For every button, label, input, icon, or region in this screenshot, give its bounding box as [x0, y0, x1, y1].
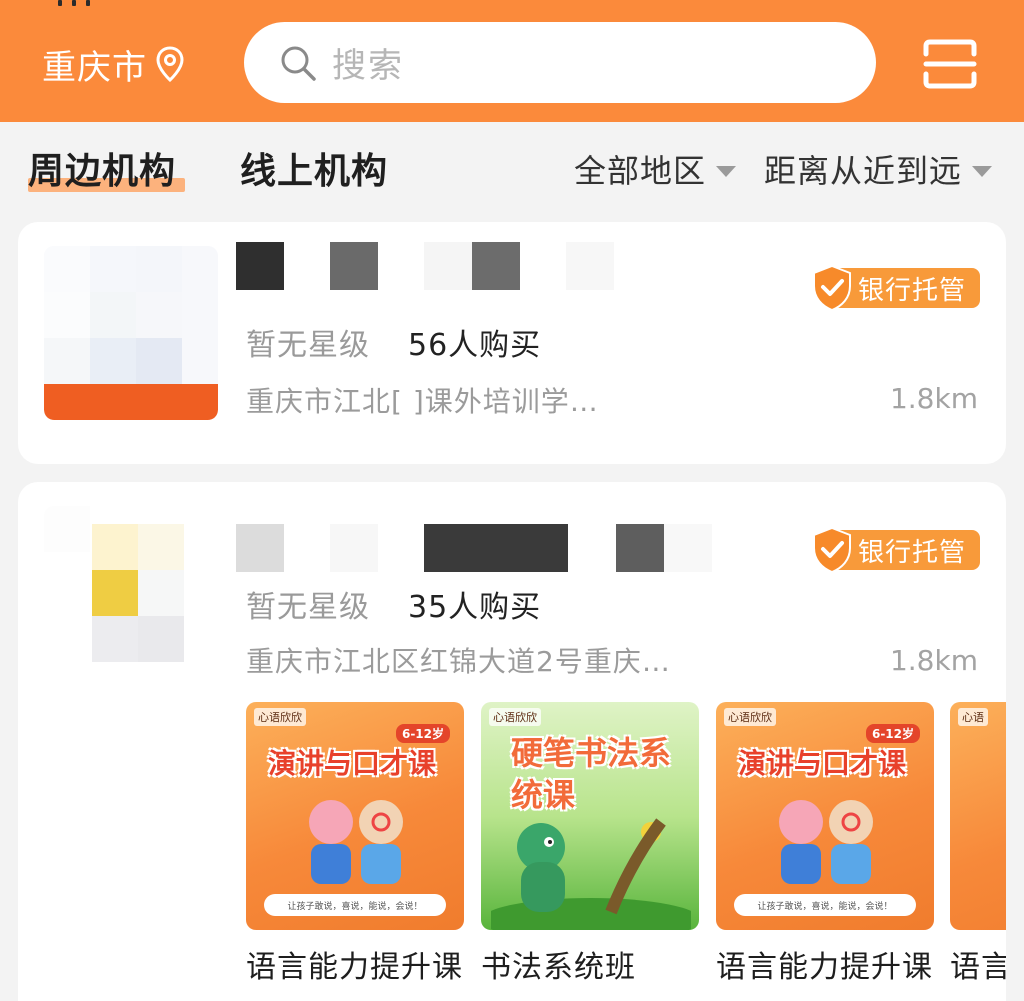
caret-down-icon [716, 165, 737, 177]
institution-thumbnail [44, 246, 218, 420]
course-poster: 心语欣欣 硬笔书法系统课 [481, 702, 699, 930]
course-title: 语言能力提升课 [950, 950, 1006, 985]
course-poster: 心语欣欣 6-12岁 演讲与口才课 让孩子敢说，喜说，能说，会说！ [246, 702, 464, 930]
institution-thumbnail [44, 506, 218, 680]
cartoon-kids-illustration [779, 800, 873, 884]
course-card[interactable]: 心语欣欣 硬笔书法系统课 书法系统班 [481, 702, 699, 988]
buyers-count: 35人购买 [408, 590, 542, 625]
rating-text: 暂无星级 [246, 590, 370, 625]
badge-label: 银行托管 [832, 268, 980, 308]
rating-text: 暂无星级 [246, 328, 370, 363]
institution-distance: 1.8km [889, 644, 978, 677]
sort-filter[interactable]: 距离从近到远 [764, 146, 993, 192]
institution-address: 重庆市江北区红锦大道2号重庆… [246, 645, 671, 678]
shield-check-icon [813, 526, 851, 574]
search-placeholder: 搜索 [332, 46, 404, 86]
scan-icon[interactable] [922, 38, 978, 90]
region-filter[interactable]: 全部地区 [574, 146, 737, 192]
tab-online[interactable]: 线上机构 [240, 142, 388, 194]
institution-address: 重庆市江北[ ]课外培训学… [246, 385, 599, 418]
poster-brand: 心语欣欣 [254, 708, 306, 726]
status-bar-fragment [58, 0, 104, 6]
course-title: 语言能力提升课 [716, 950, 933, 985]
course-card[interactable]: 心语欣欣 6-12岁 演讲与口才课 让孩子敢说，喜说，能说，会说！ 语言能力提升… [246, 702, 464, 988]
course-card[interactable]: 心语 语言能力提升课 [950, 702, 1006, 988]
cartoon-kids-illustration [309, 800, 403, 884]
institution-distance: 1.8km [889, 382, 978, 415]
poster-age-tag: 6-12岁 [865, 724, 920, 743]
poster-footer: 让孩子敢说，喜说，能说，会说！ [734, 894, 916, 916]
top-header: 重庆市 搜索 [0, 0, 1024, 122]
search-icon [281, 46, 316, 81]
poster-brand: 心语 [958, 708, 988, 726]
buyers-count: 56人购买 [408, 328, 542, 363]
search-input[interactable]: 搜索 [244, 22, 876, 103]
bank-custody-badge: 银行托管 [810, 264, 980, 312]
sort-filter-label: 距离从近到远 [764, 152, 963, 190]
course-poster: 心语 [950, 702, 1006, 930]
region-filter-label: 全部地区 [574, 152, 707, 190]
institution-card[interactable]: 银行托管 暂无星级 56人购买 重庆市江北[ ]课外培训学… 1.8km [18, 222, 1006, 464]
tab-nearby[interactable]: 周边机构 [28, 142, 176, 194]
city-selector[interactable]: 重庆市 [42, 40, 185, 88]
poster-brand: 心语欣欣 [724, 708, 776, 726]
course-poster: 心语欣欣 6-12岁 演讲与口才课 让孩子敢说，喜说，能说，会说！ [716, 702, 934, 930]
caret-down-icon [972, 165, 993, 177]
shield-check-icon [813, 264, 851, 312]
badge-label: 银行托管 [832, 530, 980, 570]
institution-card[interactable]: 银行托管 暂无星级 35人购买 重庆市江北区红锦大道2号重庆… 1.8km 心语… [18, 482, 1006, 1001]
bank-custody-badge: 银行托管 [810, 526, 980, 574]
location-pin-icon [156, 46, 184, 83]
tab-online-label: 线上机构 [240, 151, 389, 192]
course-title: 语言能力提升课 [246, 950, 463, 985]
course-title: 书法系统班 [481, 950, 636, 985]
cartoon-dinosaur-illustration [491, 818, 691, 930]
poster-heading: 演讲与口才课 [268, 747, 437, 780]
poster-age-tag: 6-12岁 [395, 724, 450, 743]
tab-nearby-label: 周边机构 [28, 151, 177, 192]
course-card[interactable]: 心语欣欣 6-12岁 演讲与口才课 让孩子敢说，喜说，能说，会说！ 语言能力提升… [716, 702, 934, 988]
city-label: 重庆市 [42, 47, 147, 88]
poster-footer: 让孩子敢说，喜说，能说，会说！ [264, 894, 446, 916]
poster-brand: 心语欣欣 [489, 708, 541, 726]
poster-heading: 演讲与口才课 [738, 747, 907, 780]
